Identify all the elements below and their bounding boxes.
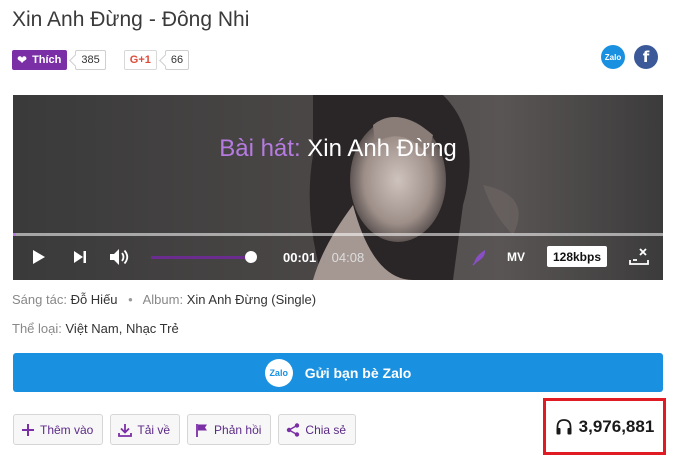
lyrics-button[interactable] [469,239,491,275]
next-button[interactable] [69,239,91,275]
like-button[interactable]: ❤ Thích [12,50,68,70]
progress-fill [13,233,17,236]
volume-slider[interactable] [151,256,251,259]
volume-knob[interactable] [245,251,257,263]
heart-icon: ❤ [17,53,28,67]
song-title: Xin Anh Đừng [12,8,143,31]
composer-label: Sáng tác: [12,292,67,307]
expand-button[interactable] [627,239,651,275]
google-plus-button[interactable]: G+1 [123,50,157,70]
time-display: 00:01 | 04:08 [283,239,364,275]
flag-icon [195,423,209,437]
player-controls: 00:01 | 04:08 MV 128kbps [13,239,663,275]
expand-icon [629,248,649,265]
volume-icon [110,249,129,265]
time-divider: | [322,249,326,265]
current-time: 00:01 [283,249,317,265]
caption-prefix: Bài hát: [219,135,301,162]
mv-button[interactable]: MV [507,239,525,275]
facebook-icon[interactable]: f [634,45,658,69]
add-to-playlist-label: Thêm vào [40,422,94,437]
genre-metadata: Thể loại: Việt Nam, Nhạc Trẻ [12,321,179,336]
like-label: Thích [32,54,62,66]
action-buttons: Thêm vào Tải về Phản hồi Chia sẻ [13,414,357,445]
zalo-share-button[interactable]: Zalo Gửi bạn bè Zalo [13,353,663,392]
zalo-icon[interactable]: Zalo [601,45,625,69]
skip-next-icon [74,251,86,263]
share-icons: Zalo f [601,45,658,69]
share-icon [286,422,300,437]
play-button[interactable] [27,239,51,275]
play-icon [33,250,45,264]
song-caption: Bài hát: Xin Anh Đừng [13,135,663,163]
share-label: Chia sẻ [305,422,347,437]
volume-button[interactable] [107,239,133,275]
song-title-heading: Xin Anh Đừng - Đông Nhi [12,8,249,32]
meta-dot: • [128,292,133,307]
zalo-icon: Zalo [264,358,293,387]
listen-count-box: 3,976,881 [543,398,666,455]
feedback-button[interactable]: Phản hồi [187,414,272,445]
genre-links[interactable]: Việt Nam, Nhạc Trẻ [66,321,179,336]
progress-bar[interactable] [13,233,663,236]
download-label: Tải về [137,422,171,437]
bitrate-button[interactable]: 128kbps [547,246,607,267]
caption-title: Xin Anh Đừng [307,135,457,162]
download-button[interactable]: Tải về [110,414,181,445]
album-link[interactable]: Xin Anh Đừng (Single) [187,292,316,307]
social-buttons: ❤ Thích 385 G+1 66 [12,49,190,71]
feedback-label: Phản hồi [214,422,262,437]
headphones-icon [555,418,573,436]
composer-link[interactable]: Đỗ Hiếu [71,292,118,307]
share-button[interactable]: Chia sẻ [278,414,357,445]
zalo-share-label: Gửi bạn bè Zalo [304,364,412,381]
feather-icon [472,250,486,266]
download-icon [118,423,133,437]
artist-name[interactable]: Đông Nhi [162,8,250,31]
song-metadata: Sáng tác: Đỗ Hiếu • Album: Xin Anh Đừng … [12,292,316,307]
album-label: Album: [142,292,184,307]
add-to-playlist-button[interactable]: Thêm vào [13,414,104,445]
genre-label: Thể loại: [12,321,62,336]
duration: 04:08 [331,249,365,265]
title-separator: - [148,8,156,31]
google-plus-count: 66 [164,50,190,70]
audio-player: Bài hát: Xin Anh Đừng 00:01 | 04:08 MV 1… [13,95,663,280]
like-count: 385 [75,50,106,70]
listen-count: 3,976,881 [578,416,655,436]
plus-icon [21,423,35,437]
